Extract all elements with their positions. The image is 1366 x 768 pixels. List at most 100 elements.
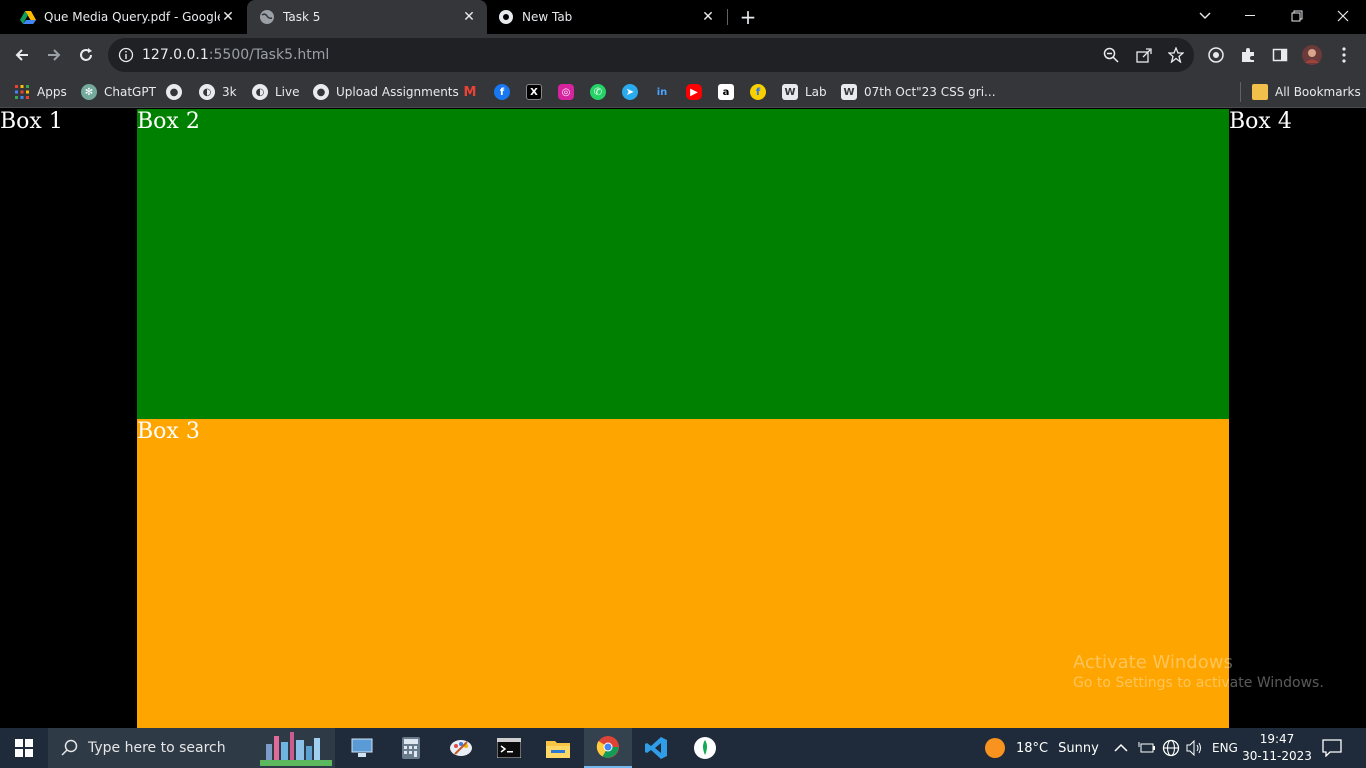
tab-close-icon[interactable]: ✕ (700, 9, 716, 25)
side-panel-icon[interactable] (1270, 45, 1290, 65)
tab-close-icon[interactable]: ✕ (220, 9, 236, 25)
chatgpt-icon: ✻ (81, 84, 97, 100)
notifications-button[interactable] (1322, 728, 1342, 768)
share-icon[interactable] (1135, 46, 1153, 64)
box-4: Box 4 (1229, 109, 1366, 728)
bookmark-github[interactable]: ● (166, 82, 189, 102)
network-tray-icon[interactable] (1162, 728, 1180, 768)
globe-icon (1162, 739, 1180, 757)
tab-que-media-query[interactable]: Que Media Query.pdf - Google D ✕ (8, 0, 246, 34)
taskbar-app-calculator[interactable] (387, 728, 435, 768)
calculator-icon (402, 737, 420, 759)
globe-icon: ◐ (199, 84, 215, 100)
restore-button[interactable] (1274, 0, 1320, 32)
bookmark-label: ChatGPT (104, 85, 156, 99)
windows-logo-icon (15, 739, 33, 757)
all-bookmarks-folder[interactable]: All Bookmarks (1252, 82, 1361, 102)
bookmark-label: Apps (37, 85, 67, 99)
bookmark-apps[interactable]: Apps (14, 82, 67, 102)
tab-strip: Que Media Query.pdf - Google D ✕ Task 5 … (0, 0, 1366, 34)
bookmark-css-grid[interactable]: W 07th Oct"23 CSS gri... (841, 82, 996, 102)
arrow-right-icon (48, 49, 61, 61)
globe-icon (260, 10, 274, 24)
star-bookmark-icon[interactable] (1167, 46, 1185, 64)
bookmark-gmail[interactable]: M (462, 82, 485, 102)
telegram-icon: ➤ (622, 84, 638, 100)
watermark-title: Activate Windows (1073, 652, 1233, 673)
bookmark-telegram[interactable]: ➤ (622, 82, 645, 102)
taskbar-app-paint[interactable] (437, 728, 485, 768)
zoom-icon[interactable] (1102, 46, 1120, 64)
volume-tray-icon[interactable] (1186, 728, 1204, 768)
reload-button[interactable] (72, 41, 100, 69)
bookmark-3k[interactable]: ◐ 3k (199, 82, 237, 102)
address-bar[interactable]: 127.0.0.1:5500/Task5.html (108, 38, 1194, 72)
taskbar-app-terminal[interactable] (485, 728, 533, 768)
bookmark-instagram[interactable]: ◎ (558, 82, 581, 102)
search-icon (61, 739, 78, 756)
instagram-icon: ◎ (558, 84, 574, 100)
mongodb-icon (694, 737, 716, 759)
vscode-icon (645, 737, 667, 759)
tab-search-icon[interactable] (1182, 0, 1228, 32)
bookmark-youtube[interactable]: ▶ (686, 82, 709, 102)
system-clock[interactable]: 19:47 30-11-2023 (1240, 731, 1314, 765)
forward-button[interactable] (40, 41, 68, 69)
taskbar-app-chrome[interactable] (584, 728, 632, 768)
chrome-icon (499, 10, 513, 24)
globe-icon: ◐ (252, 84, 268, 100)
tab-close-icon[interactable]: ✕ (461, 9, 477, 25)
bookmark-flipkart[interactable]: f (750, 82, 773, 102)
city-skyline-icon (260, 732, 332, 766)
tab-task-5[interactable]: Task 5 ✕ (247, 0, 487, 34)
bookmark-whatsapp[interactable]: ✆ (590, 82, 613, 102)
bookmark-lab[interactable]: W Lab (782, 82, 827, 102)
info-icon[interactable] (118, 47, 134, 63)
search-placeholder: Type here to search (88, 740, 226, 756)
weather-temp: 18°C (1016, 740, 1049, 756)
taskbar-app-network[interactable] (338, 728, 386, 768)
url-host: 127.0.0.1 (142, 47, 209, 63)
back-button[interactable] (8, 41, 36, 69)
new-tab-button[interactable]: + (738, 6, 758, 28)
activate-windows-watermark: Activate Windows Go to Settings to activ… (1073, 652, 1324, 691)
bookmark-label: All Bookmarks (1275, 85, 1361, 99)
taskbar-app-vscode[interactable] (632, 728, 680, 768)
profile-avatar[interactable] (1302, 45, 1322, 65)
menu-kebab-icon[interactable] (1334, 45, 1354, 65)
extensions-puzzle-icon[interactable] (1238, 45, 1258, 65)
terminal-icon (497, 738, 521, 758)
tab-new-tab[interactable]: New Tab ✕ (486, 0, 726, 34)
show-hidden-icons-button[interactable] (1114, 728, 1128, 768)
extension-circle-icon[interactable] (1206, 45, 1226, 65)
taskbar-search-box[interactable]: Type here to search (48, 728, 335, 768)
bookmark-x[interactable]: X (526, 82, 549, 102)
whatsapp-icon: ✆ (590, 84, 606, 100)
bookmark-amazon[interactable]: a (718, 82, 741, 102)
apps-grid-icon (15, 85, 29, 99)
github-icon: ● (313, 84, 329, 100)
weather-widget[interactable]: 18°C Sunny (984, 728, 1099, 768)
gmail-icon: M (463, 84, 477, 100)
start-button[interactable] (0, 728, 48, 768)
tab-title: Que Media Query.pdf - Google D (44, 10, 220, 24)
youtube-icon: ▶ (686, 84, 702, 100)
bookmark-facebook[interactable]: f (494, 82, 517, 102)
close-window-button[interactable] (1320, 0, 1366, 32)
language-indicator[interactable]: ENG (1212, 728, 1238, 768)
taskbar-app-file-explorer[interactable] (534, 728, 582, 768)
bookmark-chatgpt[interactable]: ✻ ChatGPT (81, 82, 156, 102)
chevron-up-icon (1114, 743, 1128, 752)
tab-separator (727, 9, 728, 25)
page-viewport: Box 1 Box 2 Box 3 Box 4 Activate Windows… (0, 109, 1366, 728)
facebook-icon: f (494, 84, 510, 100)
bookmark-live[interactable]: ◐ Live (252, 82, 300, 102)
battery-tray-icon[interactable] (1138, 728, 1156, 768)
taskbar-app-mongodb[interactable] (681, 728, 729, 768)
linkedin-icon: in (654, 84, 670, 100)
tab-title: Task 5 (283, 10, 321, 24)
minimize-button[interactable] (1228, 0, 1274, 32)
bookmark-linkedin[interactable]: in (654, 82, 677, 102)
bookmark-upload-assignments[interactable]: ● Upload Assignments (313, 82, 459, 102)
tab-title: New Tab (522, 10, 573, 24)
